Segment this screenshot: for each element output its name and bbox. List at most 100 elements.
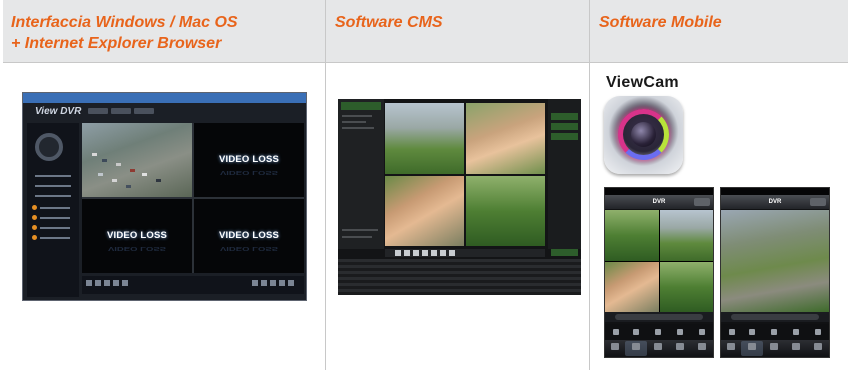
phone-status-bar [605, 188, 713, 195]
sidebar-slider [40, 237, 70, 239]
phone-controls [721, 324, 829, 340]
toolbar-icon [279, 280, 285, 286]
toolbar-icon [122, 280, 128, 286]
phone-controls [605, 324, 713, 340]
phone-video-grid [605, 210, 713, 312]
ptz-icon [655, 329, 661, 335]
toolbar-icon [95, 280, 101, 286]
header-windows-mac-line2: + Internet Explorer Browser [11, 35, 222, 52]
table-header: Interfaccia Windows / Mac OS + Internet … [3, 0, 848, 62]
channel-dot-icon [32, 205, 37, 210]
dvr-bottom-toolbar [82, 276, 304, 294]
phone-tab-bar [721, 340, 829, 357]
toolbar-icon [104, 280, 110, 286]
phone-title: DVR [652, 199, 666, 205]
camera-tile-2: VIDEO LOSS VIDEO LOSS [194, 123, 304, 197]
cms-toolbar-icon [422, 250, 428, 256]
camera-tile-parking [82, 123, 192, 197]
cms-toolbar-icon [440, 250, 446, 256]
cms-panel-button [551, 249, 578, 256]
column-divider-1 [325, 0, 326, 370]
cms-panel-button [551, 123, 578, 130]
toolbar-icon [113, 280, 119, 286]
cms-screenshot [338, 99, 581, 295]
header-mobile-title: Software Mobile [599, 14, 722, 31]
camera-lens-icon [631, 122, 656, 147]
browser-titlebar [23, 93, 306, 103]
toolbar-icon [261, 280, 267, 286]
dvr-camera-grid: VIDEO LOSS VIDEO LOSS VIDEO LOSS VIDEO L… [82, 123, 304, 273]
ptz-icon [771, 329, 777, 335]
dvr-logo: View DVR [35, 106, 82, 117]
cms-tree-line [342, 236, 372, 238]
liveview-tab-icon [632, 343, 640, 350]
sidebar-slider [35, 175, 71, 177]
dvr-tab [111, 108, 131, 114]
car [102, 159, 107, 162]
phone-title: DVR [768, 199, 782, 205]
sidebar-slider [35, 185, 71, 187]
dvr-tabs [88, 108, 154, 114]
cms-timeline [338, 259, 581, 295]
phone-tile-couple [605, 261, 659, 312]
camera-tile-3: VIDEO LOSS VIDEO LOSS [82, 199, 192, 273]
toolbar-icon [86, 280, 92, 286]
video-loss-label: VIDEO LOSS [218, 154, 280, 166]
video-loss-reflection: VIDEO LOSS [107, 245, 167, 253]
playback-tab-icon [770, 343, 778, 350]
viewcam-app-name: ViewCam [606, 74, 679, 91]
dvr-tab [88, 108, 108, 114]
cms-tile-couple [385, 175, 464, 246]
playback-tab-icon [654, 343, 662, 350]
cms-ptz-panel [548, 99, 581, 272]
toolbar-icon [288, 280, 294, 286]
phone-tile-street [659, 210, 713, 261]
header-divider [3, 62, 848, 63]
phone-screenshot-single: DVR [720, 187, 830, 358]
settings-tab-icon [676, 343, 684, 350]
cms-toolbar-icon [395, 250, 401, 256]
cms-camera-grid [385, 103, 545, 246]
camera-tile-4: VIDEO LOSS VIDEO LOSS [194, 199, 304, 273]
cms-tree-line [342, 127, 374, 129]
phone-tab-bar [605, 340, 713, 357]
cms-toolbar [385, 249, 545, 257]
phone-select-button [810, 198, 826, 206]
car [92, 153, 97, 156]
phone-nav-bar: DVR [605, 195, 713, 209]
car [126, 185, 131, 188]
devices-tab-icon [727, 343, 735, 350]
header-cms: Software CMS [327, 0, 589, 62]
settings-tab-icon [792, 343, 800, 350]
car [156, 179, 161, 182]
phone-info-pill [731, 314, 819, 320]
cms-tile-family [466, 103, 545, 174]
phone-screenshot-quad: DVR [604, 187, 714, 358]
header-mobile: Software Mobile [591, 0, 848, 62]
cms-device-tree [338, 99, 384, 249]
phone-select-button [694, 198, 710, 206]
car [116, 163, 121, 166]
toolbar-icon [252, 280, 258, 286]
car [112, 179, 117, 182]
header-cms-title: Software CMS [335, 14, 443, 31]
cms-toolbar-icon [431, 250, 437, 256]
audio-icon [677, 329, 683, 335]
split-icon [699, 329, 705, 335]
channel-dot-icon [32, 215, 37, 220]
cms-tree-header [341, 102, 381, 110]
phone-video-single [721, 210, 829, 312]
phone-status-bar [721, 188, 829, 195]
car [130, 169, 135, 172]
cms-panel-button [551, 113, 578, 120]
record-icon [749, 329, 755, 335]
video-loss-label: VIDEO LOSS [106, 230, 168, 242]
car [98, 173, 103, 176]
cms-tree-line [342, 121, 366, 123]
split-icon [815, 329, 821, 335]
dvr-tab [134, 108, 154, 114]
snapshot-icon [729, 329, 735, 335]
sidebar-slider [35, 195, 71, 197]
more-tab-icon [814, 343, 822, 350]
cms-toolbar-icon [413, 250, 419, 256]
